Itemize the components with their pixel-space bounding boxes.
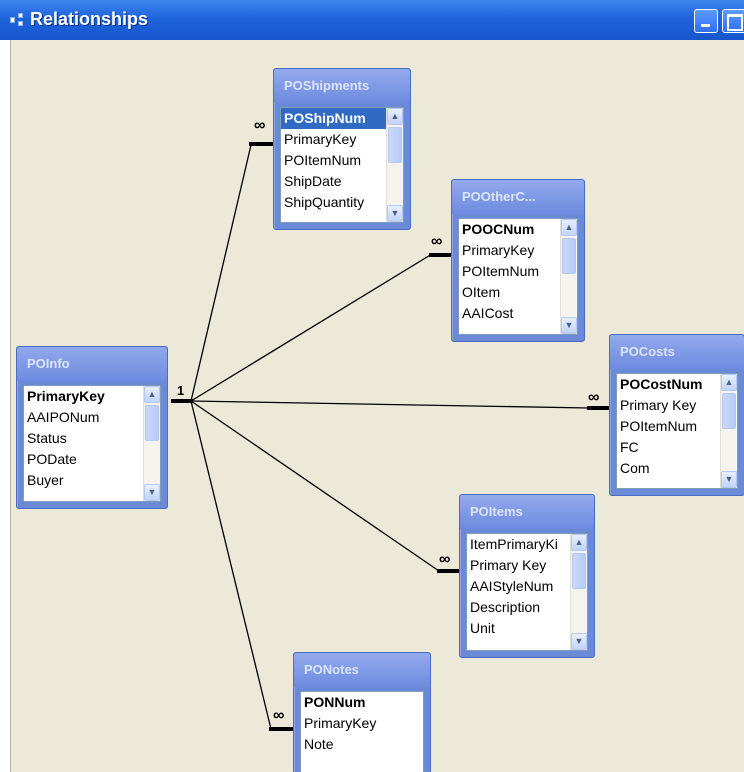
field-row[interactable]: Description xyxy=(467,597,587,618)
field-list[interactable]: POShipNum PrimaryKey POItemNum ShipDate … xyxy=(280,107,404,223)
field-row[interactable]: AAIStyleNum xyxy=(467,576,587,597)
field-row[interactable]: Primary Key xyxy=(617,395,737,416)
relationship-line-poother xyxy=(190,253,433,402)
field-row[interactable]: ItemPrimaryKi xyxy=(467,534,587,555)
field-scrollbar[interactable]: ▲ ▼ xyxy=(560,219,577,334)
relationship-line-pocosts xyxy=(190,400,590,409)
field-list[interactable]: PONNum PrimaryKey Note xyxy=(300,691,424,772)
field-scrollbar[interactable]: ▲ ▼ xyxy=(143,386,160,501)
field-row[interactable]: PrimaryKey xyxy=(301,713,423,734)
relationship-line-poitems xyxy=(190,400,440,572)
field-row[interactable]: POCostNum xyxy=(617,374,737,395)
field-row[interactable]: PONNum xyxy=(301,692,423,713)
scroll-thumb[interactable] xyxy=(722,393,736,429)
relationships-canvas[interactable]: 1 ∞ ∞ ∞ ∞ ∞ POInfo PrimaryKey AAIPONum S… xyxy=(10,40,744,772)
relationship-line-poshipments xyxy=(190,144,252,402)
relationship-line-ponotes xyxy=(190,400,272,730)
field-row[interactable]: AAIPONum xyxy=(24,407,160,428)
table-title: POInfo xyxy=(17,347,167,381)
window-title: Relationships xyxy=(30,9,149,29)
field-row[interactable]: POShipNum xyxy=(281,108,403,129)
field-row[interactable]: Unit xyxy=(467,618,587,639)
field-list[interactable]: POOCNum PrimaryKey POItemNum OItem AAICo… xyxy=(458,218,578,335)
field-row[interactable]: PODate xyxy=(24,449,160,470)
field-row[interactable]: Note xyxy=(301,734,423,755)
field-row[interactable]: ShipDate xyxy=(281,171,403,192)
scroll-up-icon[interactable]: ▲ xyxy=(721,374,737,391)
many-side-label-poshipments: ∞ xyxy=(254,117,265,134)
field-row[interactable]: POItemNum xyxy=(281,150,403,171)
field-list[interactable]: PrimaryKey AAIPONum Status PODate Buyer … xyxy=(23,385,161,502)
field-scrollbar[interactable]: ▲ ▼ xyxy=(386,108,403,222)
minimize-button[interactable] xyxy=(694,9,718,33)
table-title: POOtherC... xyxy=(452,180,584,214)
table-ponotes[interactable]: PONotes PONNum PrimaryKey Note xyxy=(293,652,431,772)
field-row[interactable]: FC xyxy=(617,437,737,458)
scroll-up-icon[interactable]: ▲ xyxy=(387,108,403,125)
table-poother[interactable]: POOtherC... POOCNum PrimaryKey POItemNum… xyxy=(451,179,585,342)
field-row[interactable]: Status xyxy=(24,428,160,449)
table-title: POCosts xyxy=(610,335,744,369)
field-row[interactable]: Buyer xyxy=(24,470,160,491)
scroll-up-icon[interactable]: ▲ xyxy=(144,386,160,403)
scroll-up-icon[interactable]: ▲ xyxy=(561,219,577,236)
scroll-thumb[interactable] xyxy=(145,405,159,441)
table-poitems[interactable]: POItems ItemPrimaryKi Primary Key AAISty… xyxy=(459,494,595,658)
scroll-down-icon[interactable]: ▼ xyxy=(571,633,587,650)
field-row[interactable]: PrimaryKey xyxy=(281,129,403,150)
field-row[interactable]: PrimaryKey xyxy=(24,386,160,407)
scroll-up-icon[interactable]: ▲ xyxy=(571,534,587,551)
field-row[interactable]: Primary Key xyxy=(467,555,587,576)
table-title: POShipments xyxy=(274,69,410,103)
many-side-label-pocosts: ∞ xyxy=(588,389,599,406)
scroll-down-icon[interactable]: ▼ xyxy=(561,317,577,334)
relationships-icon xyxy=(10,13,24,27)
table-poshipments[interactable]: POShipments POShipNum PrimaryKey POItemN… xyxy=(273,68,411,230)
scroll-down-icon[interactable]: ▼ xyxy=(721,471,737,488)
scroll-down-icon[interactable]: ▼ xyxy=(387,205,403,222)
table-title: PONotes xyxy=(294,653,430,687)
scroll-down-icon[interactable]: ▼ xyxy=(144,484,160,501)
field-row[interactable]: Com xyxy=(617,458,737,479)
field-scrollbar[interactable]: ▲ ▼ xyxy=(720,374,737,488)
scroll-thumb[interactable] xyxy=(562,238,576,274)
table-title: POItems xyxy=(460,495,594,529)
field-list[interactable]: POCostNum Primary Key POItemNum FC Com ▲… xyxy=(616,373,738,489)
field-list[interactable]: ItemPrimaryKi Primary Key AAIStyleNum De… xyxy=(466,533,588,651)
many-side-label-poother: ∞ xyxy=(431,233,442,250)
many-side-label-ponotes: ∞ xyxy=(273,707,284,724)
one-side-label: 1 xyxy=(177,383,185,398)
field-scrollbar[interactable]: ▲ ▼ xyxy=(570,534,587,650)
field-row[interactable]: ShipQuantity xyxy=(281,192,403,213)
table-poinfo[interactable]: POInfo PrimaryKey AAIPONum Status PODate… xyxy=(16,346,168,509)
scroll-thumb[interactable] xyxy=(388,127,402,163)
table-pocosts[interactable]: POCosts POCostNum Primary Key POItemNum … xyxy=(609,334,744,496)
maximize-button[interactable] xyxy=(722,9,744,33)
window-titlebar[interactable]: Relationships xyxy=(0,0,744,40)
field-row[interactable]: POItemNum xyxy=(617,416,737,437)
scroll-thumb[interactable] xyxy=(572,553,586,589)
many-side-label-poitems: ∞ xyxy=(439,551,450,568)
